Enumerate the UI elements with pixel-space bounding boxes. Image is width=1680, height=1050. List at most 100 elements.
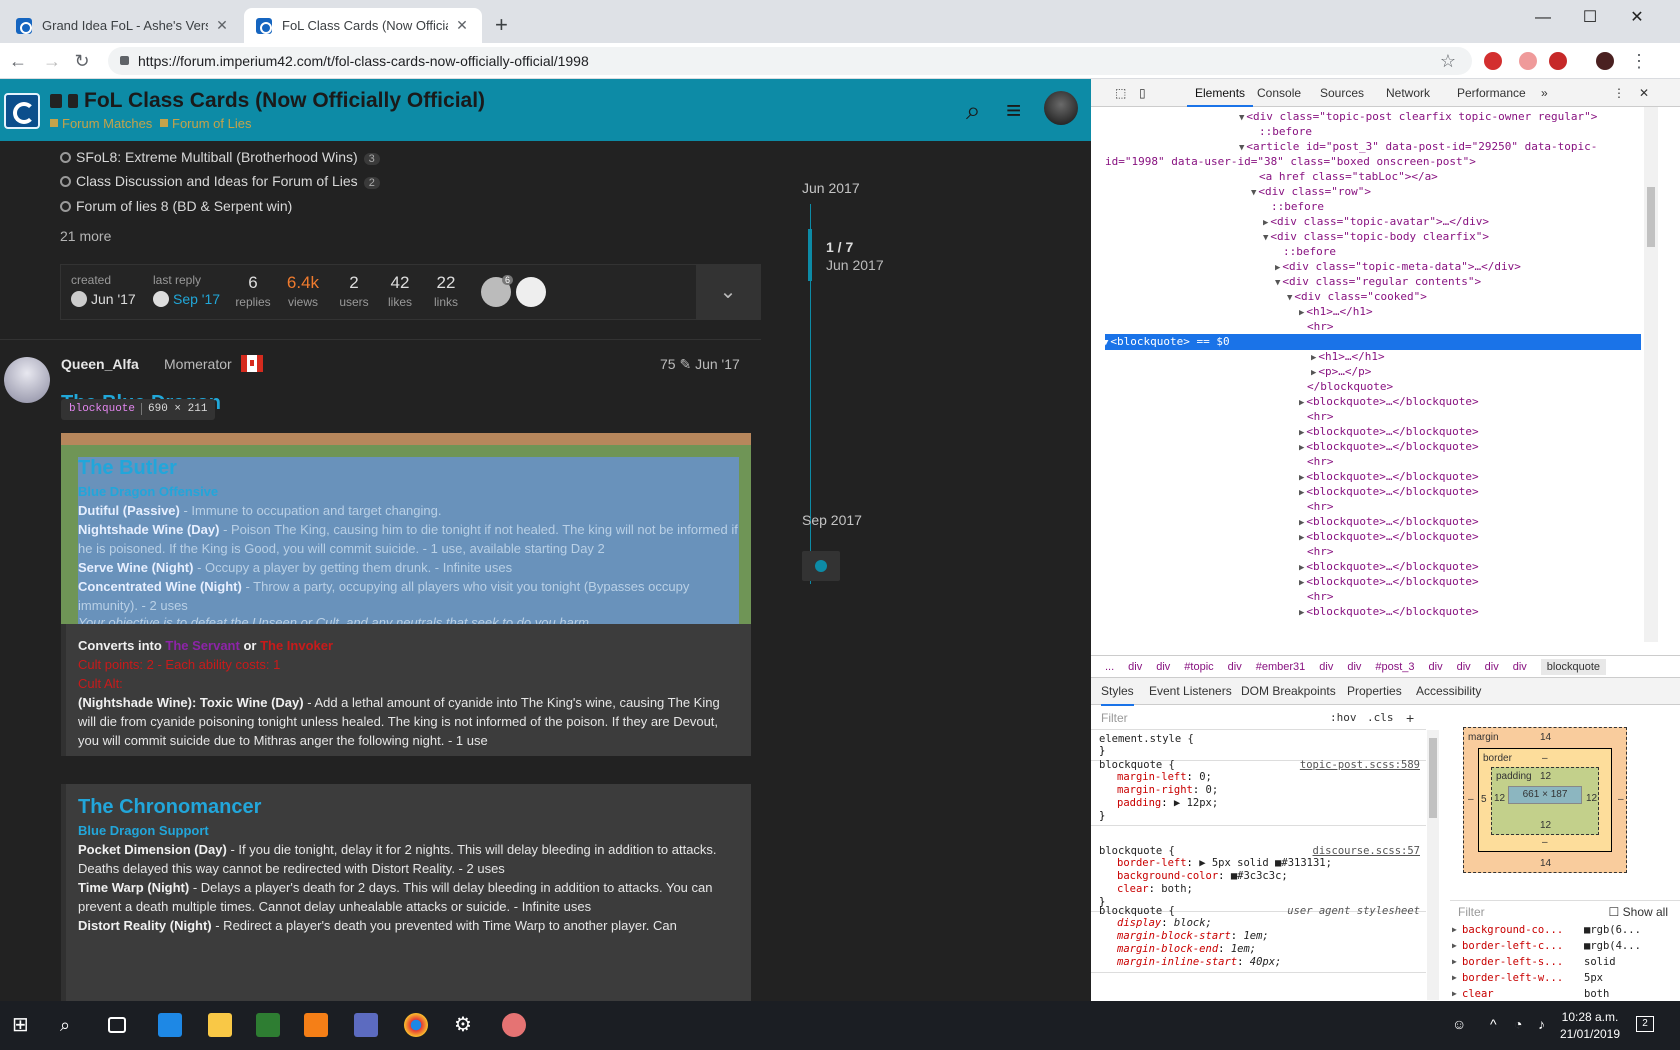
breadcrumb-item[interactable]: #ember31	[1256, 661, 1306, 673]
hov-toggle[interactable]: :hov	[1330, 706, 1357, 730]
poster-username[interactable]: Queen_Alfa	[61, 356, 139, 372]
breadcrumb-item[interactable]: div	[1513, 661, 1527, 673]
breadcrumb-item[interactable]: div	[1319, 661, 1333, 673]
dom-node-selected[interactable]: ▼ <blockquote> == $0	[1105, 334, 1641, 350]
style-rule[interactable]: blockquote {topic-post.scss:589 margin-le…	[1091, 756, 1426, 826]
dom-node[interactable]: ▶ <blockquote>…</blockquote>	[1299, 394, 1479, 410]
computed-property[interactable]: ▶ clear both	[1450, 986, 1670, 1002]
dom-node[interactable]: id="1998" data-user-id="38" class="boxed…	[1105, 154, 1476, 170]
breadcrumb-item[interactable]: div	[1485, 661, 1499, 673]
adblock-icon[interactable]	[1484, 52, 1502, 70]
category-badge[interactable]: Forum Matches	[50, 116, 152, 131]
dom-node[interactable]: </blockquote>	[1307, 379, 1393, 395]
user-avatar[interactable]	[1044, 91, 1078, 125]
rules-scrollbar[interactable]	[1427, 730, 1439, 1000]
related-topic-link[interactable]: Forum of lies 8 (BD & Serpent win)	[60, 198, 292, 214]
maximize-icon[interactable]: ☐	[1567, 4, 1613, 34]
dom-node[interactable]: ▶ <div class="topic-meta-data">…</div>	[1275, 259, 1521, 275]
dom-node[interactable]: <a href class="tabLoc"></a>	[1259, 169, 1438, 185]
file-explorer-icon[interactable]	[208, 1013, 232, 1037]
participant-avatar[interactable]	[516, 277, 546, 307]
dom-node[interactable]: ▶ <blockquote>…</blockquote>	[1299, 469, 1479, 485]
computed-property[interactable]: ▶ border-left-c... ■rgb(4...	[1450, 938, 1670, 954]
extension-icon[interactable]	[1519, 52, 1537, 70]
timeline-start-date[interactable]: Jun 2017	[802, 180, 860, 196]
breadcrumb-item[interactable]: div	[1156, 661, 1170, 673]
timeline-end-date[interactable]: Sep 2017	[802, 512, 862, 528]
discord-icon[interactable]	[354, 1013, 378, 1037]
store-icon[interactable]	[256, 1013, 280, 1037]
styles-filter-input[interactable]: Filter :hov .cls +	[1091, 706, 1426, 730]
breadcrumb-item[interactable]: div	[1429, 661, 1443, 673]
dom-scrollbar[interactable]	[1644, 107, 1658, 642]
new-tab-button[interactable]: +	[495, 12, 508, 38]
breadcrumb-item[interactable]: #topic	[1184, 661, 1213, 673]
reload-icon[interactable]: ↻	[70, 49, 94, 73]
notifications-icon[interactable]: 2	[1636, 1016, 1654, 1032]
dom-node[interactable]: ▼ <article id="post_3" data-post-id="2925…	[1239, 139, 1597, 155]
dom-node[interactable]: ▶ <blockquote>…</blockquote>	[1299, 559, 1479, 575]
participant-avatar[interactable]: 6	[481, 275, 513, 307]
computed-property[interactable]: ▶ border-left-w... 5px	[1450, 970, 1670, 986]
tab-sources[interactable]: Sources	[1320, 79, 1364, 107]
dom-node[interactable]: ▶ <blockquote>…</blockquote>	[1299, 604, 1479, 620]
dom-node[interactable]: <hr>	[1307, 409, 1334, 425]
dom-node[interactable]: ▶ <div class="topic-avatar">…</div>	[1263, 214, 1489, 230]
timeline-jump-button[interactable]	[802, 551, 840, 581]
dom-node[interactable]: ▼ <div class="regular contents">	[1275, 274, 1481, 290]
dom-node[interactable]: ▼ <div class="cooked">	[1287, 289, 1427, 305]
computed-property[interactable]: ▶ background-co... ■rgb(6...	[1450, 922, 1670, 938]
paint-icon[interactable]	[502, 1013, 526, 1037]
dom-node[interactable]: ▶ <h1>…</h1>	[1311, 349, 1385, 365]
tab-elements[interactable]: Elements	[1187, 79, 1254, 107]
search-icon[interactable]: ⌕	[60, 1013, 84, 1037]
dom-node[interactable]: ::before	[1271, 199, 1324, 215]
subtab-styles[interactable]: Styles	[1101, 678, 1134, 706]
cls-toggle[interactable]: .cls	[1367, 706, 1394, 730]
dom-tree[interactable]: ▼ <div class="topic-post clearfix topic-o…	[1105, 109, 1665, 684]
hamburger-menu-icon[interactable]: ≡	[1006, 96, 1021, 124]
breadcrumb-item[interactable]: div	[1128, 661, 1142, 673]
breadcrumb-item[interactable]: div	[1457, 661, 1471, 673]
devtools-menu-icon[interactable]: ⋮	[1613, 79, 1625, 107]
back-icon[interactable]: ←	[6, 49, 30, 73]
media-icon[interactable]	[304, 1013, 328, 1037]
dom-node[interactable]: ▼ <div class="topic-body clearfix">	[1263, 229, 1489, 245]
dom-node[interactable]: ▶ <blockquote>…</blockquote>	[1299, 484, 1479, 500]
timeline-handle[interactable]	[808, 229, 812, 281]
search-icon[interactable]: ⌕	[966, 96, 981, 124]
dom-node[interactable]: ::before	[1283, 244, 1336, 260]
minimize-icon[interactable]: —	[1520, 4, 1566, 34]
subtab-event-listeners[interactable]: Event Listeners	[1149, 678, 1232, 704]
topic-title[interactable]: FoL Class Cards (Now Officially Official…	[50, 89, 485, 113]
breadcrumb-item[interactable]: #post_3	[1375, 661, 1414, 673]
inspect-element-icon[interactable]: ⬚	[1115, 79, 1126, 107]
dom-node[interactable]: ::before	[1259, 124, 1312, 140]
related-topic-link[interactable]: SFoL8: Extreme Multiball (Brotherhood Wi…	[60, 149, 380, 165]
forward-icon[interactable]: →	[40, 49, 64, 73]
site-logo[interactable]	[4, 93, 40, 129]
related-topic-link[interactable]: Class Discussion and Ideas for Forum of …	[60, 173, 380, 189]
tab-close-icon[interactable]: ✕	[214, 17, 230, 34]
network-icon[interactable]: ◔	[1514, 1016, 1522, 1032]
more-tabs-icon[interactable]: »	[1541, 79, 1548, 107]
devtools-close-icon[interactable]: ✕	[1639, 79, 1649, 107]
computed-filter-input[interactable]: Filter ☐ Show all	[1450, 900, 1680, 922]
tab-network[interactable]: Network	[1386, 79, 1430, 107]
dom-node[interactable]: ▼ <div class="topic-post clearfix topic-o…	[1239, 109, 1597, 125]
tab-performance[interactable]: Performance	[1457, 79, 1526, 107]
settings-gear-icon[interactable]: ⚙	[454, 1013, 478, 1037]
subtab-properties[interactable]: Properties	[1347, 678, 1402, 704]
dom-node[interactable]: ▶ <blockquote>…</blockquote>	[1299, 439, 1479, 455]
tray-chevron-icon[interactable]: ^	[1490, 1016, 1497, 1032]
dom-node[interactable]: <hr>	[1307, 454, 1334, 470]
poster-avatar[interactable]	[4, 357, 50, 403]
dom-node[interactable]: <hr>	[1307, 544, 1334, 560]
tab-close-icon[interactable]: ✕	[454, 17, 470, 34]
breadcrumb-item[interactable]: div	[1347, 661, 1361, 673]
people-icon[interactable]: ☺	[1452, 1016, 1466, 1032]
browser-tab-active[interactable]: FoL Class Cards (Now Officially O ✕	[244, 8, 482, 43]
last-reply-stat[interactable]: last reply Sep '17	[153, 273, 220, 307]
breadcrumb-item[interactable]: ...	[1105, 661, 1114, 673]
dom-node[interactable]: <hr>	[1307, 499, 1334, 515]
